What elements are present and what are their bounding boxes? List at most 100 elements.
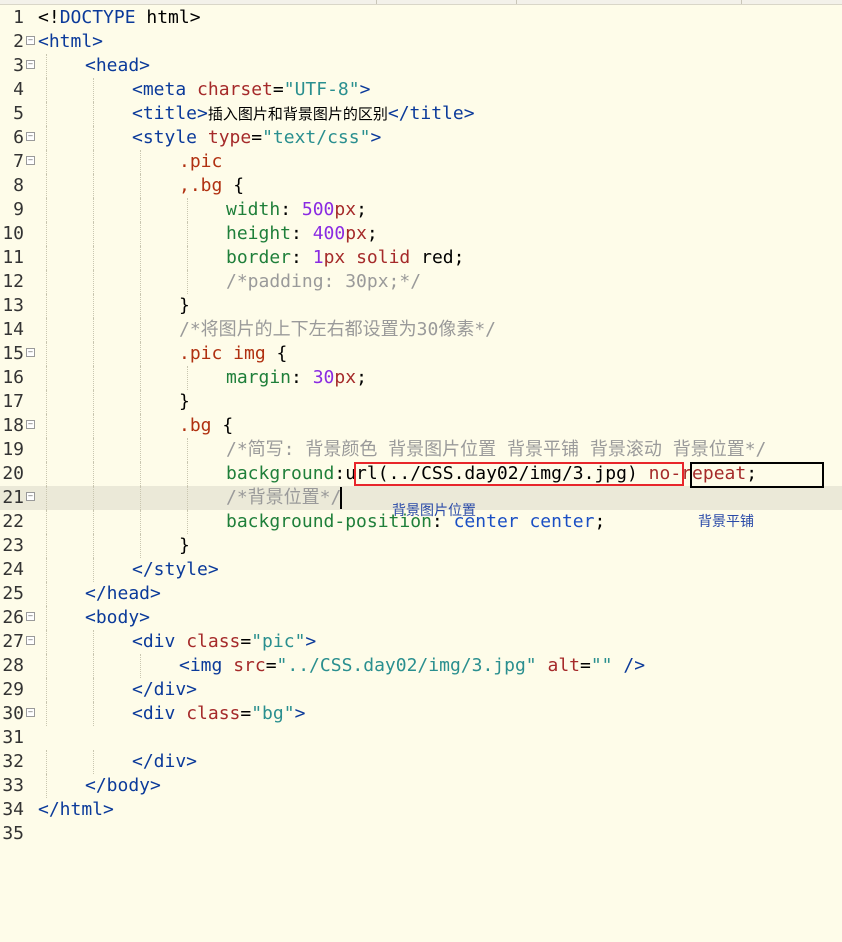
code-text[interactable]: border: 1px solid red; (226, 246, 464, 270)
code-text[interactable]: <img src="../CSS.day02/img/3.jpg" alt=""… (179, 654, 645, 678)
code-text[interactable]: </head> (85, 582, 161, 606)
fold-toggle-icon[interactable]: − (26, 492, 35, 501)
code-line[interactable]: 8 ,.bg { (0, 174, 842, 198)
code-line[interactable]: 1 <!DOCTYPE html> (0, 6, 842, 30)
code-line[interactable]: 24 </style> (0, 558, 842, 582)
code-token: > (294, 703, 306, 724)
code-token: : (291, 223, 313, 244)
code-token: height (226, 223, 292, 244)
tab-separator (741, 0, 742, 4)
code-line[interactable]: 29 </div> (0, 678, 842, 702)
fold-toggle-icon[interactable]: − (26, 420, 35, 429)
code-line[interactable]: 19 /*简写: 背景颜色 背景图片位置 背景平铺 背景滚动 背景位置*/ (0, 438, 842, 462)
code-text[interactable]: </div> (132, 678, 197, 702)
code-text[interactable]: height: 400px; (226, 222, 378, 246)
code-line[interactable]: 5 <title>插入图片和背景图片的区别</title> (0, 102, 842, 126)
code-editor[interactable]: 1 <!DOCTYPE html> 2− <html> 3− <head> 4 <meta c… (0, 0, 842, 942)
code-line[interactable]: 11 border: 1px solid red; (0, 246, 842, 270)
indent-guide (46, 78, 47, 102)
code-line[interactable]: 33 </body> (0, 774, 842, 798)
tab-separator (376, 0, 377, 4)
indent-guide (46, 174, 47, 198)
fold-toggle-icon[interactable]: − (26, 156, 35, 165)
code-text[interactable]: /*简写: 背景颜色 背景图片位置 背景平铺 背景滚动 背景位置*/ (226, 438, 766, 462)
code-line[interactable]: 12 /*padding: 30px;*/ (0, 270, 842, 294)
code-token: <head> (85, 55, 151, 76)
code-text[interactable]: <title>插入图片和背景图片的区别</title> (132, 102, 475, 126)
code-text[interactable]: <!DOCTYPE html> (38, 6, 201, 30)
code-text[interactable]: margin: 30px; (226, 366, 367, 390)
code-token: </div> (132, 751, 198, 772)
code-line[interactable]: 7− .pic (0, 150, 842, 174)
code-token: </style> (132, 559, 219, 580)
code-line[interactable]: 34 </html> (0, 798, 842, 822)
indent-guide (46, 558, 47, 582)
line-number: 32 (2, 751, 24, 772)
line-number: 23 (2, 535, 24, 556)
code-line[interactable]: 13} (0, 294, 842, 318)
line-number: 3 (13, 55, 24, 76)
fold-toggle-icon[interactable]: − (26, 636, 35, 645)
code-text[interactable]: <meta charset="UTF-8"> (132, 78, 370, 102)
code-text[interactable]: ,.bg { (179, 174, 244, 198)
code-lines[interactable]: 1 <!DOCTYPE html> 2− <html> 3− <head> 4 <meta c… (0, 6, 842, 846)
fold-toggle-icon[interactable]: − (26, 708, 35, 717)
indent-guide (140, 222, 141, 246)
code-text[interactable]: </html> (38, 798, 114, 822)
code-line[interactable]: 30− <div class="bg"> (0, 702, 842, 726)
code-token: "text/css" (262, 127, 371, 148)
code-text[interactable]: /*背景位置*/ (226, 486, 341, 510)
code-line[interactable]: 15− .pic img { (0, 342, 842, 366)
indent-guide (140, 270, 141, 294)
indent-guide (46, 102, 47, 126)
code-line[interactable]: 26− <body> (0, 606, 842, 630)
indent-guide (46, 750, 47, 774)
code-text[interactable]: <body> (85, 606, 150, 630)
code-text[interactable]: .pic img { (179, 342, 287, 366)
code-line[interactable]: 9 width: 500px; (0, 198, 842, 222)
code-text[interactable]: } (179, 390, 190, 414)
code-text[interactable]: </body> (85, 774, 161, 798)
code-line[interactable]: 14 /*将图片的上下左右都设置为30像素*/ (0, 318, 842, 342)
code-line[interactable]: 25 </head> (0, 582, 842, 606)
code-line[interactable]: 27− <div class="pic"> (0, 630, 842, 654)
code-token: </div> (132, 679, 198, 700)
code-line[interactable]: 35 (0, 822, 842, 846)
indent-guide (46, 774, 47, 798)
code-token: : (291, 367, 313, 388)
code-text[interactable]: </div> (132, 750, 197, 774)
code-line[interactable]: 10 height: 400px; (0, 222, 842, 246)
code-text[interactable]: } (179, 534, 190, 558)
code-line[interactable]: 23} (0, 534, 842, 558)
code-line[interactable]: 2− <html> (0, 30, 842, 54)
code-token: .pic (179, 151, 223, 172)
fold-toggle-icon[interactable]: − (26, 348, 35, 357)
fold-toggle-icon[interactable]: − (26, 36, 35, 45)
code-text[interactable]: .bg { (179, 414, 233, 438)
code-text[interactable]: <div class="bg"> (132, 702, 305, 726)
code-line[interactable]: 3− <head> (0, 54, 842, 78)
code-text[interactable]: /*padding: 30px;*/ (226, 270, 421, 294)
code-text[interactable]: width: 500px; (226, 198, 367, 222)
code-line[interactable]: 17} (0, 390, 842, 414)
fold-toggle-icon[interactable]: − (26, 612, 35, 621)
code-line[interactable]: 4 <meta charset="UTF-8"> (0, 78, 842, 102)
fold-toggle-icon[interactable]: − (26, 132, 35, 141)
code-line[interactable]: 31 (0, 726, 842, 750)
code-text[interactable]: <div class="pic"> (132, 630, 316, 654)
code-text[interactable]: <head> (85, 54, 150, 78)
code-line[interactable]: 16 margin: 30px; (0, 366, 842, 390)
code-text[interactable]: .pic (179, 150, 222, 174)
fold-toggle-icon[interactable]: − (26, 60, 35, 69)
code-token: px (334, 199, 357, 220)
code-line[interactable]: 28 <img src="../CSS.day02/img/3.jpg" alt=… (0, 654, 842, 678)
code-text[interactable]: /*将图片的上下左右都设置为30像素*/ (179, 318, 496, 342)
code-text[interactable]: <style type="text/css"> (132, 126, 381, 150)
code-text[interactable]: } (179, 294, 190, 318)
code-line[interactable]: 18− .bg { (0, 414, 842, 438)
code-line[interactable]: 6− <style type="text/css"> (0, 126, 842, 150)
code-text[interactable]: </style> (132, 558, 219, 582)
code-text[interactable]: <html> (38, 30, 103, 54)
code-token: 1 (312, 247, 324, 268)
code-line[interactable]: 32 </div> (0, 750, 842, 774)
